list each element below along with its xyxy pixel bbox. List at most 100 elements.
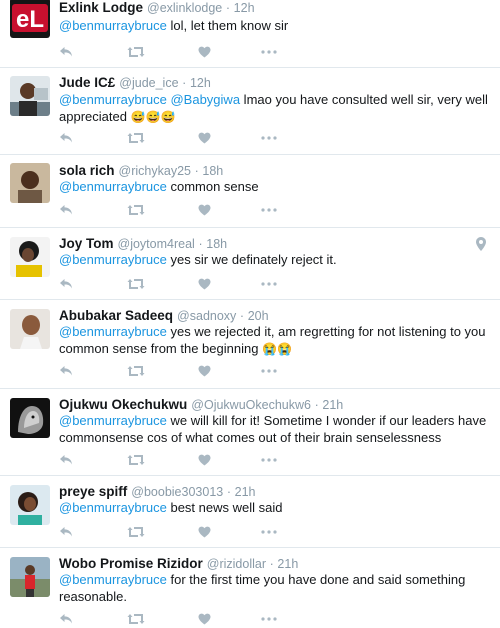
tweet[interactable]: Ojukwu Okechukwu @OjukwuOkechukw6 · 21h @… [0, 389, 500, 476]
mention-link[interactable]: @benmurraybruce [59, 324, 167, 339]
separator: · [194, 164, 199, 178]
username[interactable]: @richykay25 [119, 164, 191, 178]
reply-icon[interactable] [59, 45, 73, 59]
username[interactable]: @rizidollar [207, 557, 266, 571]
username[interactable]: @exlinklodge [147, 1, 222, 15]
retweet-icon[interactable] [127, 131, 145, 145]
avatar[interactable] [10, 398, 50, 438]
avatar[interactable] [10, 237, 50, 277]
tweet-text-content: common sense [166, 179, 259, 194]
tweet-text-content: lol, let them know sir [166, 18, 289, 33]
reply-icon[interactable] [59, 612, 73, 626]
more-icon[interactable] [261, 364, 277, 378]
more-icon[interactable] [261, 45, 277, 59]
reply-icon[interactable] [59, 131, 73, 145]
display-name[interactable]: Abubakar Sadeeq [59, 308, 173, 323]
mention-link[interactable]: @benmurraybruce [59, 18, 167, 33]
tweet-actions [59, 131, 299, 145]
like-icon[interactable] [198, 131, 211, 145]
mention-link[interactable]: @benmurraybruce [59, 179, 167, 194]
tweet-header: Ojukwu Okechukwu @OjukwuOkechukw6 · 21h [59, 397, 343, 413]
like-icon[interactable] [198, 453, 211, 467]
profile-photo-icon [10, 163, 50, 203]
timestamp[interactable]: 18h [206, 237, 227, 251]
reply-icon[interactable] [59, 277, 73, 291]
profile-photo-icon [10, 557, 50, 597]
avatar[interactable]: eL [10, 0, 50, 38]
display-name[interactable]: sola rich [59, 163, 115, 178]
separator: · [225, 1, 231, 15]
retweet-icon[interactable] [127, 364, 145, 378]
like-icon[interactable] [198, 277, 211, 291]
tweet-actions [59, 612, 299, 626]
more-icon[interactable] [261, 525, 277, 539]
mention-link[interactable]: @benmurraybruce [59, 252, 167, 267]
display-name[interactable]: Ojukwu Okechukwu [59, 397, 187, 412]
avatar[interactable] [10, 309, 50, 349]
retweet-icon[interactable] [127, 45, 145, 59]
retweet-icon[interactable] [127, 277, 145, 291]
mention-link[interactable]: @benmurraybruce [59, 92, 167, 107]
timestamp[interactable]: 20h [248, 309, 269, 323]
username[interactable]: @jude_ice [119, 76, 178, 90]
mention-link[interactable]: @benmurraybruce [59, 572, 167, 587]
tweet-header: sola rich @richykay25 · 18h [59, 163, 223, 179]
location-pin-icon[interactable] [476, 237, 486, 251]
tweet[interactable]: Abubakar Sadeeq @sadnoxy · 20h @benmurray… [0, 300, 500, 389]
reply-icon[interactable] [59, 453, 73, 467]
timestamp[interactable]: 21h [277, 557, 298, 571]
username[interactable]: @OjukwuOkechukw6 [191, 398, 311, 412]
tweet[interactable]: eL Exlink Lodge @exlinklodge · 12h @benmu… [0, 0, 500, 68]
tweet[interactable]: sola rich @richykay25 · 18h @benmurraybru… [0, 155, 500, 228]
more-icon[interactable] [261, 131, 277, 145]
more-icon[interactable] [261, 453, 277, 467]
like-icon[interactable] [198, 525, 211, 539]
timestamp[interactable]: 18h [202, 164, 223, 178]
display-name[interactable]: preye spiff [59, 484, 127, 499]
tweet[interactable]: Joy Tom @joytom4real · 18h @benmurraybruc… [0, 228, 500, 300]
profile-photo-icon [10, 398, 50, 438]
tweet-text: @benmurraybruce yes sir we definately re… [59, 251, 490, 268]
exlink-logo-icon: eL [10, 0, 50, 38]
avatar[interactable] [10, 76, 50, 116]
display-name[interactable]: Joy Tom [59, 236, 114, 251]
tweet-text: @benmurraybruce lol, let them know sir [59, 17, 490, 34]
mention-link[interactable]: @benmurraybruce [59, 413, 167, 428]
like-icon[interactable] [198, 203, 211, 217]
retweet-icon[interactable] [127, 612, 145, 626]
timestamp[interactable]: 21h [235, 485, 256, 499]
tweet-text: @benmurraybruce common sense [59, 178, 490, 195]
more-icon[interactable] [261, 203, 277, 217]
display-name[interactable]: Wobo Promise Rizidor [59, 556, 203, 571]
retweet-icon[interactable] [127, 453, 145, 467]
username[interactable]: @joytom4real [118, 237, 195, 251]
reply-icon[interactable] [59, 203, 73, 217]
mention-link[interactable]: @Babygiwa [170, 92, 240, 107]
reply-icon[interactable] [59, 525, 73, 539]
tweet[interactable]: preye spiff @boobie303013 · 21h @benmurra… [0, 476, 500, 548]
like-icon[interactable] [198, 612, 211, 626]
display-name[interactable]: Jude IC£ [59, 75, 115, 90]
profile-photo-icon [10, 309, 50, 349]
retweet-icon[interactable] [127, 525, 145, 539]
avatar[interactable] [10, 163, 50, 203]
retweet-icon[interactable] [127, 203, 145, 217]
like-icon[interactable] [198, 45, 211, 59]
reply-icon[interactable] [59, 364, 73, 378]
username[interactable]: @boobie303013 [131, 485, 223, 499]
username[interactable]: @sadnoxy [177, 309, 236, 323]
timestamp[interactable]: 21h [322, 398, 343, 412]
timestamp[interactable]: 12h [190, 76, 211, 90]
tweet[interactable]: Jude IC£ @jude_ice · 12h @benmurraybruce … [0, 68, 500, 155]
more-icon[interactable] [261, 612, 277, 626]
avatar[interactable] [10, 557, 50, 597]
like-icon[interactable] [198, 364, 211, 378]
tweet[interactable]: Wobo Promise Rizidor @rizidollar · 21h @b… [0, 548, 500, 628]
separator: · [239, 309, 245, 323]
mention-link[interactable]: @benmurraybruce [59, 500, 167, 515]
timestamp[interactable]: 12h [234, 1, 255, 15]
more-icon[interactable] [261, 277, 277, 291]
avatar[interactable] [10, 485, 50, 525]
display-name[interactable]: Exlink Lodge [59, 0, 143, 15]
tweet-text: @benmurraybruce we will kill for it! Som… [59, 412, 490, 446]
